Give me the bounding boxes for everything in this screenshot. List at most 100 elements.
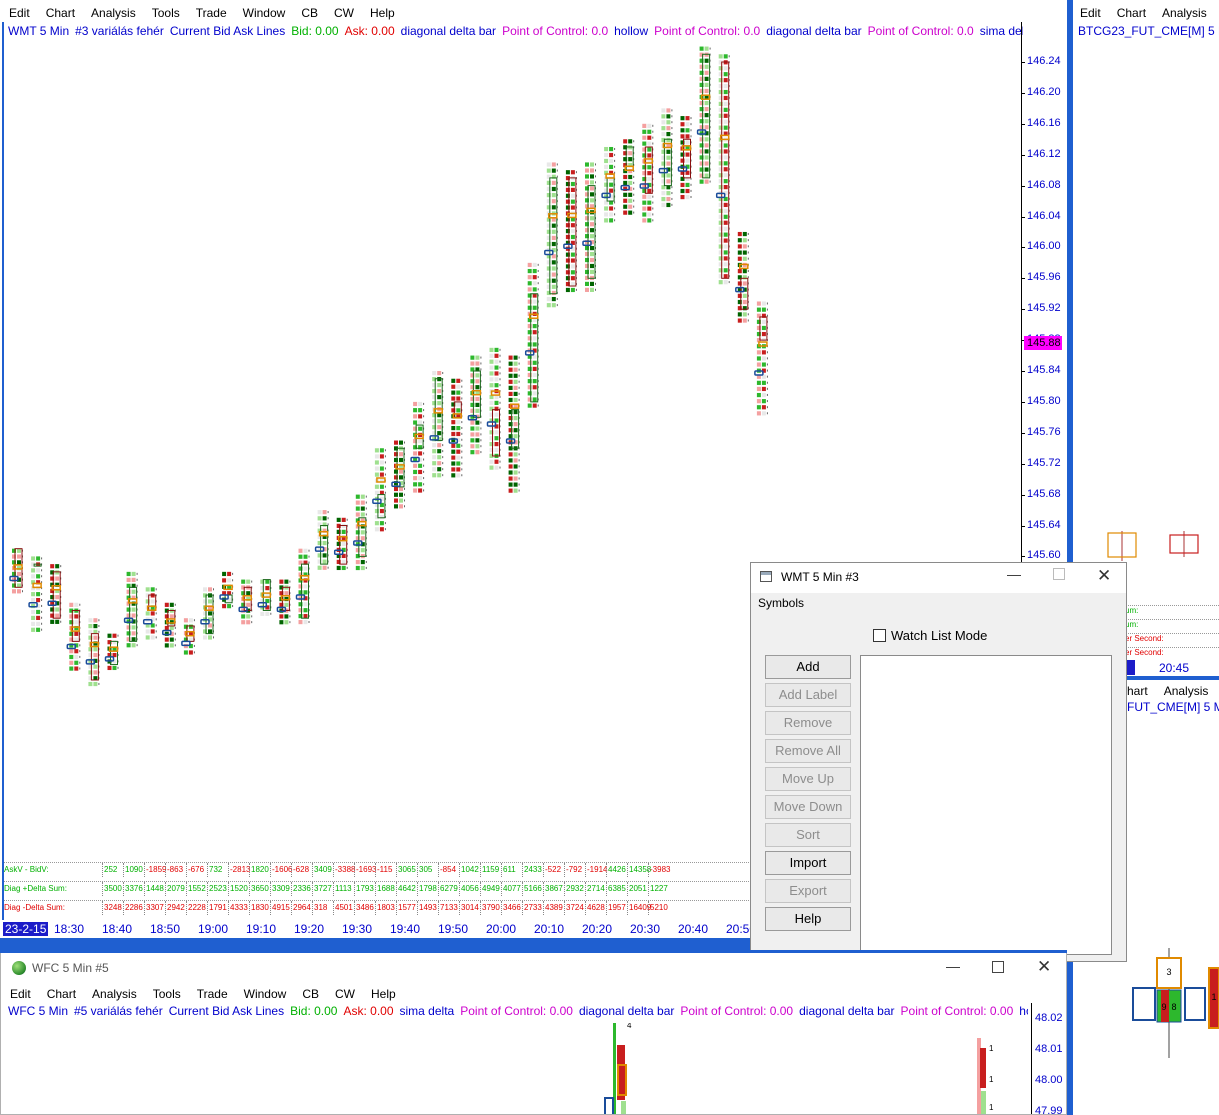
menu-cw[interactable]: CW — [334, 6, 354, 20]
help-button[interactable]: Help — [765, 907, 851, 931]
footprint-cell-ask — [456, 420, 461, 425]
wfc-bar-2-light — [981, 1091, 986, 1114]
footprint-cell-ask — [17, 560, 21, 565]
price-axis-label: 146.16 — [1027, 116, 1061, 129]
price-axis-label: 145.64 — [1027, 518, 1061, 531]
footprint-cell-ask — [685, 182, 690, 188]
footprint-cell-ask — [456, 390, 461, 395]
wfc-menu-chart[interactable]: Chart — [47, 987, 76, 1001]
footprint-cell-ask — [379, 484, 384, 489]
menu-tools[interactable]: Tools — [152, 6, 180, 20]
footprint-cell-ask — [551, 186, 556, 192]
wfc-menu-help[interactable]: Help — [371, 987, 396, 1001]
footprint-cell-ask — [303, 584, 308, 589]
footprint-cell-ask — [551, 241, 556, 247]
footprint-cell-ask — [761, 399, 766, 404]
footprint-tick — [614, 153, 616, 156]
footprint-cell-ask — [570, 234, 575, 240]
footprint-tick — [41, 557, 43, 560]
footprint-tick — [60, 565, 62, 568]
menu-cb[interactable]: CB — [301, 6, 318, 20]
minimize-icon[interactable]: — — [1007, 566, 1021, 582]
footprint-cell-ask — [647, 171, 652, 176]
symbols-listbox[interactable] — [860, 655, 1112, 955]
footprint-cell-ask — [609, 158, 614, 164]
btc-menu-edit[interactable]: Edit — [1080, 6, 1101, 20]
footprint-cell-ask — [723, 202, 728, 208]
footprint-cell-bid — [527, 281, 532, 286]
export-button[interactable]: Export — [765, 879, 851, 903]
footprint-tick — [537, 282, 539, 285]
time-axis-label: 19:00 — [198, 922, 229, 936]
wmt-legend-item: #3 variálás fehér — [75, 24, 164, 38]
btc-menu-chart[interactable]: Chart — [1117, 6, 1146, 20]
menu-edit[interactable]: Edit — [9, 6, 30, 20]
wfc-menu-cw[interactable]: CW — [335, 987, 355, 1001]
indicator-value: 1493 — [417, 901, 438, 915]
footprint-tick — [614, 213, 616, 216]
footprint-cell-ask — [742, 250, 747, 255]
footprint-bar — [658, 108, 673, 208]
footprint-cell-bid — [451, 390, 456, 395]
btc-label-2: um: — [1125, 619, 1219, 633]
move-up-button[interactable]: Move Up — [765, 767, 851, 791]
wfc-menu-window[interactable]: Window — [244, 987, 287, 1001]
wfc-minimize-icon[interactable]: — — [946, 958, 960, 974]
sort-button[interactable]: Sort — [765, 823, 851, 847]
close-icon[interactable]: ✕ — [1097, 566, 1111, 586]
footprint-bar — [295, 548, 310, 625]
import-button[interactable]: Import — [765, 851, 851, 875]
footprint-cell-ask — [590, 245, 594, 251]
wfc-menu-analysis[interactable]: Analysis — [92, 987, 137, 1001]
footprint-cell-ask — [208, 611, 212, 616]
footprint-cell-bid — [680, 182, 685, 188]
menu-trade[interactable]: Trade — [196, 6, 227, 20]
footprint-tick — [480, 356, 482, 359]
menu-analysis[interactable]: Analysis — [91, 6, 136, 20]
btc-price-chart[interactable] — [1103, 525, 1219, 565]
wfc-titlebar[interactable]: WFC 5 Min #5 — ✕ — [1, 953, 1066, 983]
footprint-cell-ask — [322, 565, 327, 570]
price-axis-label: 146.24 — [1027, 55, 1061, 67]
footprint-cell-bid — [413, 482, 418, 487]
footprint-cell-ask — [379, 508, 384, 514]
indicator-value: 4077 — [501, 882, 522, 896]
btc-lower-menu-analysis[interactable]: Analysis — [1164, 684, 1209, 698]
footprint-cell-ask — [742, 231, 747, 237]
add-label-button[interactable]: Add Label — [765, 683, 851, 707]
footprint-cell-bid — [642, 218, 647, 223]
footprint-cell-ask — [761, 331, 766, 337]
footprint-tick — [365, 566, 367, 569]
footprint-cell-bid — [164, 602, 169, 607]
wfc-menu-trade[interactable]: Trade — [197, 987, 228, 1001]
menu-chart[interactable]: Chart — [46, 6, 75, 20]
indicator-value: 7133 — [438, 901, 459, 915]
remove-all-button[interactable]: Remove All — [765, 739, 851, 763]
footprint-cell-ask — [742, 293, 747, 298]
move-down-button[interactable]: Move Down — [765, 795, 851, 819]
footprint-cell-ask — [418, 414, 423, 419]
indicator-label: Diag +Delta Sum: — [4, 884, 67, 893]
footprint-cell-ask — [551, 193, 556, 198]
wfc-menu-edit[interactable]: Edit — [10, 987, 31, 1001]
wfc-menu-cb[interactable]: CB — [302, 987, 319, 1001]
footprint-tick — [327, 511, 329, 514]
wfc-close-icon[interactable]: ✕ — [1037, 957, 1051, 977]
footprint-cell-ask — [570, 258, 575, 263]
menu-window[interactable]: Window — [243, 6, 286, 20]
wfc-maximize-icon[interactable] — [992, 961, 1004, 973]
dialog-menu-symbols[interactable]: Symbols — [758, 596, 804, 610]
time-axis-label: 20:00 — [486, 922, 517, 936]
watch-list-mode-checkbox[interactable] — [873, 629, 886, 642]
dialog-titlebar[interactable]: WMT 5 Min #3 — ✕ — [751, 563, 1126, 593]
btc-lower-menu-chart[interactable]: hart — [1127, 684, 1148, 698]
wfc-menu-tools[interactable]: Tools — [153, 987, 181, 1001]
menu-help[interactable]: Help — [370, 6, 395, 20]
footprint-cell-ask — [74, 666, 79, 671]
btc-menu-analysis[interactable]: Analysis — [1162, 6, 1207, 20]
footprint-cell-ask — [685, 194, 690, 200]
footprint-cell-bid — [88, 618, 93, 623]
remove-button[interactable]: Remove — [765, 711, 851, 735]
wfc-price-chart[interactable]: 4 1 1 1 — [1, 1023, 1031, 1115]
add-button[interactable]: Add — [765, 655, 851, 679]
